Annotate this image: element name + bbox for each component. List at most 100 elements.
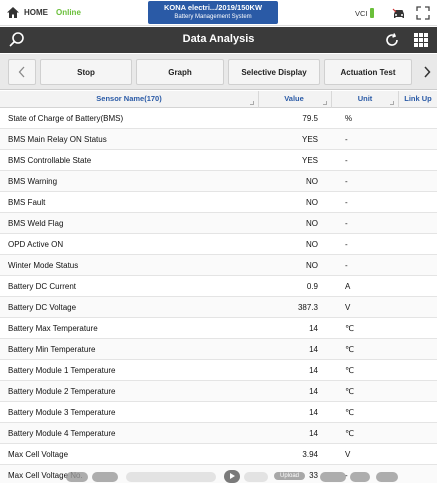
sensor-unit: ℃ [345,345,354,354]
table-row[interactable]: OPD Active ON NO - [0,234,437,255]
table-row[interactable]: Battery Module 1 Temperature 14 ℃ [0,360,437,381]
sensor-value: NO [306,261,318,270]
sensor-name: Battery Module 3 Temperature [8,408,116,417]
table-row[interactable]: Battery DC Voltage 387.3 V [0,297,437,318]
sensor-value: 387.3 [297,303,318,312]
header-link-up[interactable]: Link Up [398,94,437,103]
play-button[interactable] [224,470,240,483]
table-row[interactable]: Battery Module 3 Temperature 14 ℃ [0,402,437,423]
sensor-name: Battery Module 4 Temperature [8,429,116,438]
bottom-bar-dropdown[interactable] [376,472,398,482]
table-row[interactable]: BMS Main Relay ON Status YES - [0,129,437,150]
sensor-value: NO [306,219,318,228]
selective-display-button[interactable]: Selective Display [228,59,320,85]
sensor-unit: V [345,450,351,459]
sensor-name: Battery Module 1 Temperature [8,366,116,375]
sensor-name: Battery DC Current [8,282,77,291]
vehicle-model: KONA electri.../2019/150KW [163,3,263,12]
sensor-value: 14 [309,408,318,417]
sensor-unit: ℃ [345,429,354,438]
actuation-test-button[interactable]: Actuation Test [324,59,412,85]
sensor-value: 14 [309,366,318,375]
sensor-value: YES [301,135,318,144]
table-row[interactable]: BMS Weld Flag NO - [0,213,437,234]
sensor-name: BMS Controllable State [8,156,92,165]
sensor-unit: ℃ [345,324,354,333]
table-row[interactable]: Battery Max Temperature 14 ℃ [0,318,437,339]
sensor-name: Battery DC Voltage [8,303,77,312]
header-unit[interactable]: Unit [332,94,398,103]
graph-button[interactable]: Graph [136,59,224,85]
bottom-bar-control[interactable] [66,472,88,482]
sensor-unit: - [345,156,348,165]
bottom-bar-track [244,472,268,482]
sensor-name: Max Cell Voltage [8,450,69,459]
upload-button[interactable]: Upload [274,472,306,480]
sensor-value: 14 [309,345,318,354]
table-header: Sensor Name(170) Value Unit Link Up [0,91,437,108]
header-value[interactable]: Value [258,94,330,103]
vci-label: VCI [355,8,368,18]
sensor-value: 3.94 [302,450,318,459]
toolbar-prev-button[interactable] [8,59,36,85]
page-title: Data Analysis [182,33,255,45]
table-row[interactable]: Max Cell Voltage 3.94 V [0,444,437,465]
sensor-name: Battery Module 2 Temperature [8,387,116,396]
sensor-name: BMS Weld Flag [8,219,64,228]
resize-handle[interactable] [390,101,394,105]
sensor-name: BMS Fault [8,198,46,207]
table-row[interactable]: BMS Fault NO - [0,192,437,213]
sensor-unit: ℃ [345,366,354,375]
resize-handle[interactable] [250,101,254,105]
home-icon [7,7,19,18]
chevron-left-icon [18,66,25,78]
sensor-value: 14 [309,429,318,438]
home-label: HOME [24,8,48,17]
table-row[interactable]: BMS Warning NO - [0,171,437,192]
sensor-name: Battery Max Temperature [8,324,98,333]
grid-icon[interactable] [414,33,428,47]
sensor-name: Battery Min Temperature [8,345,96,354]
sensor-value: 14 [309,324,318,333]
sensor-table-body: State of Charge of Battery(BMS) 79.5% BMS … [0,108,437,483]
bottom-bar-control[interactable] [320,472,346,482]
sensor-unit: - [345,261,348,270]
sensor-value: 14 [309,387,318,396]
sensor-unit: - [345,198,348,207]
connection-status: Online [56,8,81,17]
sensor-unit: % [345,114,353,123]
table-row[interactable]: Winter Mode Status NO - [0,255,437,276]
sensor-unit: - [345,240,348,249]
table-row[interactable]: Battery Min Temperature 14 ℃ [0,339,437,360]
car-icon[interactable] [391,5,407,21]
sensor-unit: ℃ [345,387,354,396]
sensor-name: State of Charge of Battery(BMS) [8,114,124,123]
expand-icon[interactable] [415,5,431,21]
sensor-unit: A [345,282,351,291]
sensor-unit: - [345,219,348,228]
chevron-right-icon [423,66,431,78]
header-sensor-name[interactable]: Sensor Name(170) [0,94,258,103]
sensor-value: YES [301,156,318,165]
vehicle-info: KONA electri.../2019/150KW Battery Manag… [148,1,278,24]
table-row[interactable]: Battery DC Current 0.9 A [0,276,437,297]
sensor-unit: - [345,135,348,144]
refresh-icon[interactable] [384,32,400,48]
home-button[interactable]: HOME Online [6,6,81,19]
sensor-value: NO [306,240,318,249]
toolbar-next-button[interactable] [416,59,437,85]
sensor-unit: ℃ [345,408,354,417]
vehicle-system: Battery Management System [174,14,252,20]
sensor-name: OPD Active ON [8,240,64,249]
sensor-value: 0.9 [306,282,318,291]
stop-button[interactable]: Stop [40,59,132,85]
table-row[interactable]: Battery Module 2 Temperature 14 ℃ [0,381,437,402]
bottom-bar-control[interactable] [92,472,118,482]
bottom-bar-control[interactable] [350,472,370,482]
table-row[interactable]: BMS Controllable State YES - [0,150,437,171]
bottom-bar-track [126,472,216,482]
table-row[interactable]: Battery Module 4 Temperature 14 ℃ [0,423,437,444]
resize-handle[interactable] [323,101,327,105]
table-row[interactable]: State of Charge of Battery(BMS) 79.5% [0,108,437,129]
sensor-value: 79.5 [302,114,318,123]
